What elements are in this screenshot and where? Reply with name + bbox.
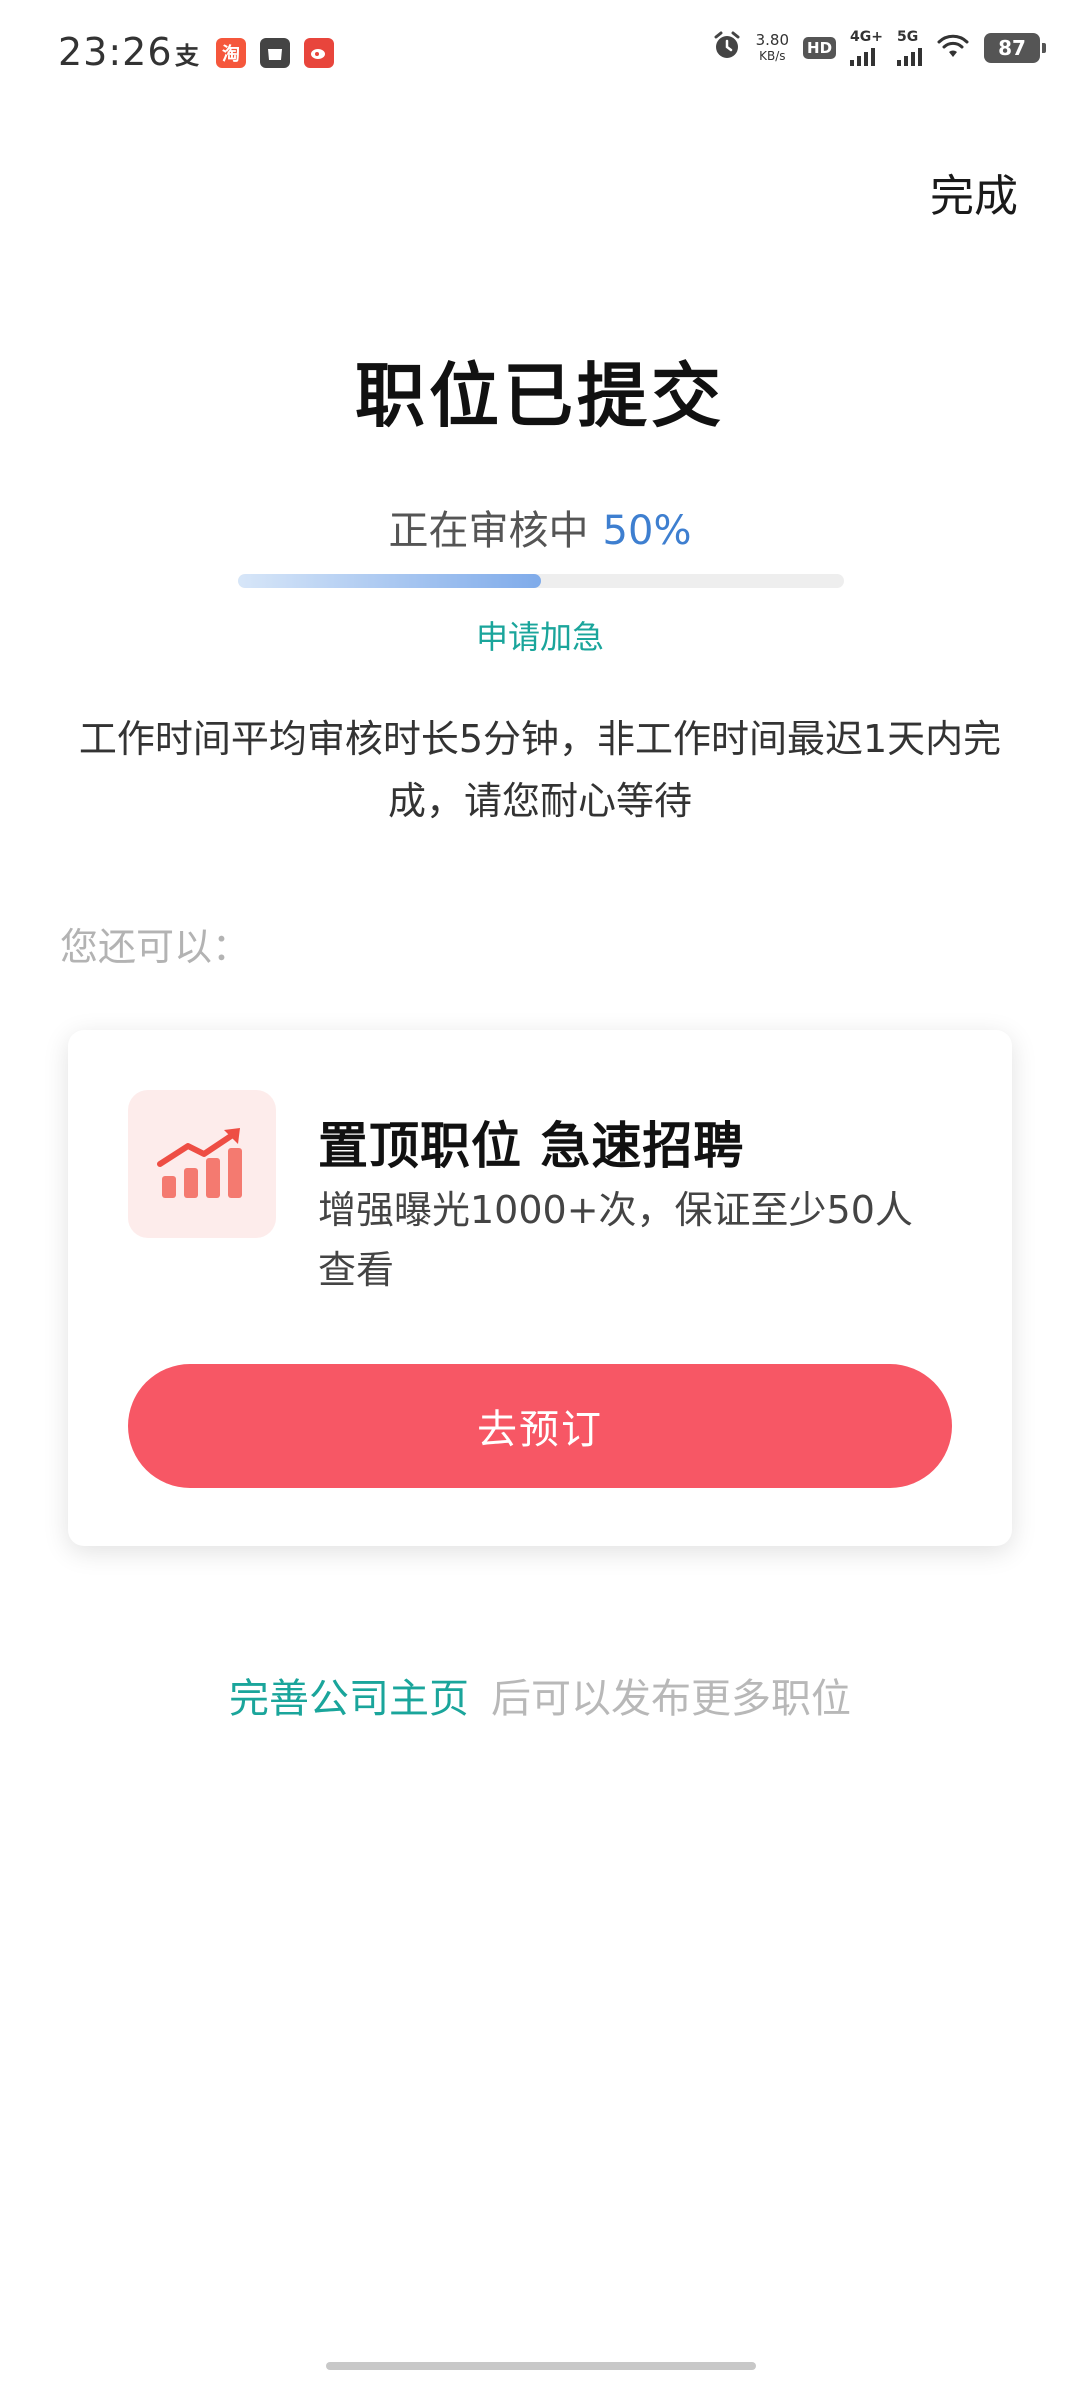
top-job-promo-card: 置顶职位 急速招聘 增强曝光1000+次，保证至少50人查看 去预订	[68, 1030, 1012, 1546]
rising-chart-icon	[128, 1090, 276, 1238]
review-status-text: 正在审核中	[388, 508, 589, 554]
you-can-label: 您还可以：	[60, 925, 251, 969]
signal-5g: 5G	[897, 30, 922, 66]
hd-voice-badge: HD	[803, 37, 837, 59]
complete-company-page-link[interactable]: 完善公司主页	[229, 1676, 469, 1722]
wifi-icon	[936, 33, 970, 63]
weibo-icon	[304, 38, 334, 68]
home-indicator[interactable]	[326, 2362, 756, 2370]
status-time: 23:26	[58, 30, 173, 74]
review-status: 正在审核中 50%	[0, 498, 1080, 556]
battery-icon: 87	[984, 33, 1046, 63]
review-progress-bar	[238, 574, 844, 588]
alarm-clock-icon	[712, 31, 742, 65]
network-speed: 3.80 KB/s	[755, 31, 790, 63]
promo-title: 置顶职位 急速招聘	[318, 1117, 745, 1175]
company-page-hint-suffix: 后可以发布更多职位	[491, 1676, 851, 1722]
book-button[interactable]: 去预订	[128, 1364, 952, 1488]
signal-4g: 4G+	[850, 30, 883, 66]
system-indicators: 3.80 KB/s HD 4G+ 5G 87	[712, 30, 1046, 66]
review-info-text: 工作时间平均审核时长5分钟，非工作时间最迟1天内完成，请您耐心等待	[78, 717, 1002, 823]
signal-bars-icon	[850, 44, 876, 66]
notification-icons: 支 淘	[172, 38, 334, 70]
status-bar: 23:26 支 淘 3.80 KB/s HD 4G+ 5G 87	[0, 0, 1080, 110]
done-button[interactable]: 完成	[930, 160, 1018, 224]
alipay-icon: 支	[175, 41, 199, 70]
apply-urgent-link[interactable]: 申请加急	[0, 612, 1080, 658]
company-page-hint: 完善公司主页 后可以发布更多职位	[0, 1666, 1080, 1724]
review-percent: 50%	[602, 508, 692, 554]
signal-bars-icon	[897, 44, 922, 66]
screen: 23:26 支 淘 3.80 KB/s HD 4G+ 5G 87 完成 职位已提…	[0, 0, 1080, 2400]
shopping-bag-icon	[260, 38, 290, 68]
taobao-icon: 淘	[216, 38, 246, 68]
page-title: 职位已提交	[355, 355, 725, 437]
review-progress-fill	[238, 574, 541, 588]
promo-description: 增强曝光1000+次，保证至少50人查看	[318, 1188, 913, 1292]
